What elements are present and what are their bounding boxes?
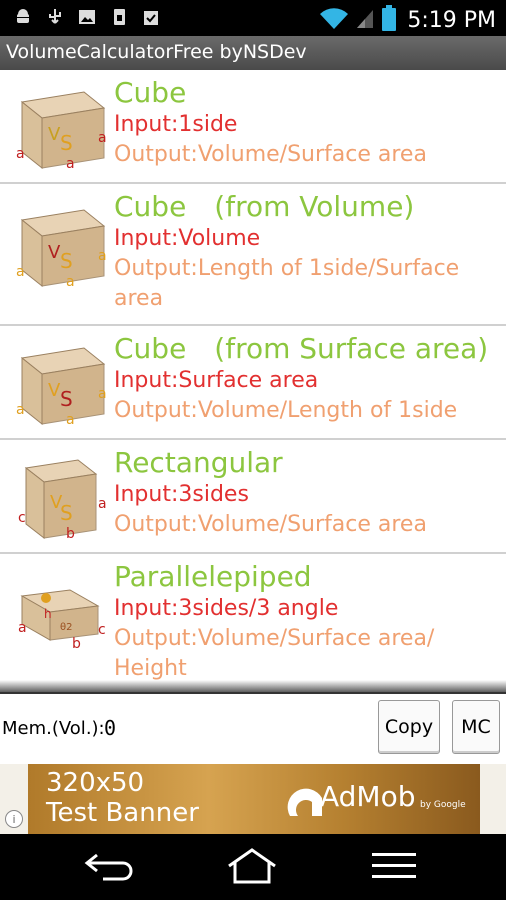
wifi-icon (319, 5, 349, 35)
thumb-s-label: S (60, 387, 73, 411)
thumb-s-label: S (60, 131, 73, 155)
item-title: Cube (from Surface area) (114, 332, 489, 365)
thumb-side-label: c (98, 622, 106, 638)
thumb-bottom-label: b (72, 636, 81, 652)
item-input: Input:Surface area (114, 368, 319, 393)
list-item-cube-from-surface[interactable]: V S a a a Cube (from Surface area) Input… (0, 326, 506, 440)
thumb-side-label: a (98, 496, 107, 512)
thumb-v-label: h (44, 607, 52, 621)
status-time: 5:19 PM (407, 7, 496, 33)
ad-banner[interactable]: 320x50 Test Banner AdMob by Google i (0, 764, 506, 834)
memory-clear-button[interactable]: MC (452, 700, 500, 754)
app-title-bar: VolumeCalculatorFree byNSDev (0, 36, 506, 70)
item-output: Output:Volume/Surface area/ Height (114, 626, 435, 681)
thumb-front-label: a (16, 264, 25, 280)
calculator-list[interactable]: V S a a a Cube Input:1side Output:Volume… (0, 70, 506, 690)
app-title: VolumeCalculatorFree byNSDev (6, 41, 307, 63)
item-input: Input:1side (114, 112, 238, 137)
signal-icon (355, 6, 375, 34)
admob-brand: AdMob (320, 780, 416, 813)
item-title: Cube (from Volume) (114, 190, 415, 223)
thumb-front-label: a (16, 402, 25, 418)
image-icon (78, 8, 96, 26)
item-input: Input:3sides (114, 482, 249, 507)
item-title: Cube (114, 76, 187, 109)
status-bar: 5:19 PM (0, 0, 506, 36)
android-icon (14, 8, 32, 26)
back-icon[interactable] (78, 846, 138, 886)
copy-button[interactable]: Copy (378, 700, 440, 754)
thumb-s-label: θ2 (60, 622, 72, 633)
item-title: Rectangular (114, 446, 283, 479)
ad-test-text: Test Banner (46, 798, 199, 828)
menu-icon[interactable] (364, 846, 424, 886)
usb-icon (46, 8, 64, 26)
navigation-bar (0, 834, 506, 900)
item-input: Input:3sides/3 angle (114, 596, 339, 621)
battery-icon (381, 4, 397, 36)
thumb-s-label: S (60, 501, 73, 525)
cube-from-volume-icon: V S a a a (12, 200, 110, 290)
thumb-bottom-label: a (66, 412, 75, 428)
thumb-side-label: a (98, 386, 107, 402)
list-item-parallelepiped[interactable]: h θ2 c a b Parallelepiped Input:3sides/3… (0, 554, 506, 690)
sim-icon (110, 8, 128, 26)
thumb-front-label: a (18, 620, 27, 636)
thumb-bottom-label: b (66, 526, 75, 542)
parallelepiped-icon: h θ2 c a b (12, 568, 110, 658)
home-icon[interactable] (222, 846, 282, 886)
item-output: Output:Volume/Surface area (114, 142, 427, 167)
list-item-cube[interactable]: V S a a a Cube Input:1side Output:Volume… (0, 70, 506, 184)
cube-from-surface-icon: V S a a a (12, 338, 110, 428)
thumb-bottom-label: a (66, 156, 75, 172)
ad-size-text: 320x50 (46, 768, 145, 798)
memory-value: 0 (104, 716, 117, 740)
item-output: Output:Volume/Length of 1side (114, 398, 458, 423)
item-output: Output:Volume/Surface area (114, 512, 427, 537)
list-item-cube-from-volume[interactable]: V S a a a Cube (from Volume) Input:Volum… (0, 184, 506, 326)
thumb-front-label: c (18, 510, 26, 526)
rectangular-icon: V S a c b (12, 452, 110, 542)
thumb-s-label: S (60, 249, 73, 273)
list-item-rectangular[interactable]: V S a c b Rectangular Input:3sides Outpu… (0, 440, 506, 554)
memory-label: Mem.(Vol.): (2, 718, 105, 739)
thumb-side-label: a (98, 130, 107, 146)
ad-info-icon[interactable]: i (5, 810, 23, 828)
memory-bar: Mem.(Vol.): 0 Copy MC (0, 692, 506, 764)
admob-by-google: by Google (420, 800, 466, 810)
ad-banner-image[interactable]: 320x50 Test Banner AdMob by Google (28, 764, 480, 834)
item-input: Input:Volume (114, 226, 261, 251)
thumb-side-label: a (98, 248, 107, 264)
thumb-front-label: a (16, 146, 25, 162)
item-output: Output:Length of 1side/Surface area (114, 256, 460, 311)
clipboard-check-icon (142, 8, 160, 26)
cube-icon: V S a a a (12, 82, 110, 172)
item-title: Parallelepiped (114, 560, 312, 593)
thumb-bottom-label: a (66, 274, 75, 290)
